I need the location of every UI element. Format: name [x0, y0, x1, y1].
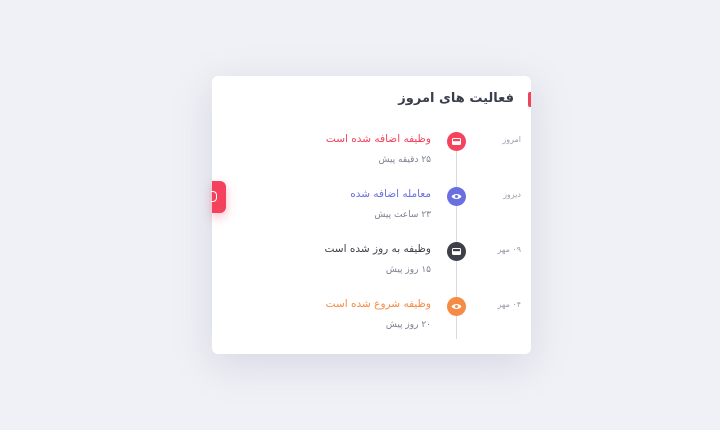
eye-icon	[447, 187, 466, 206]
timeline-subtitle: ۲۵ دقیقه پیش	[378, 155, 432, 165]
timeline-item: ۰۴ مهر وظیفه شروع شده است ۲۰ روز پیش	[212, 297, 531, 347]
title-accent-bar	[528, 92, 531, 107]
timeline-title[interactable]: وظیفه اضافه شده است	[326, 133, 431, 145]
timeline-item: دیروز معامله اضافه شده ۲۳ ساعت پیش	[212, 187, 531, 237]
timeline-item: ۰۹ مهر وظیفه به روز شده است ۱۵ روز پیش	[212, 242, 531, 292]
timeline-item: امروز وظیفه اضافه شده است ۲۵ دقیقه پیش	[212, 132, 531, 182]
timeline-date: ۰۹ مهر	[497, 245, 521, 254]
card-title: فعالیت های امروز	[398, 91, 514, 106]
timeline-date: دیروز	[503, 190, 521, 199]
timeline-title[interactable]: معامله اضافه شده	[350, 188, 431, 200]
eye-icon	[447, 297, 466, 316]
timeline-title[interactable]: وظیفه به روز شده است	[325, 243, 432, 255]
inbox-icon	[447, 132, 466, 151]
timeline-subtitle: ۱۵ روز پیش	[385, 265, 431, 275]
timeline-subtitle: ۲۰ روز پیش	[385, 320, 431, 330]
timeline-subtitle: ۲۳ ساعت پیش	[374, 210, 431, 220]
inbox-icon	[447, 242, 466, 261]
toggle-icon	[211, 191, 217, 202]
timeline-date: ۰۴ مهر	[497, 300, 521, 309]
activity-card: فعالیت های امروز امروز وظیفه اضافه شده ا…	[212, 76, 531, 354]
timeline-title[interactable]: وظیفه شروع شده است	[326, 298, 431, 310]
settings-toggle-button[interactable]	[211, 181, 226, 213]
timeline-date: امروز	[502, 135, 521, 144]
